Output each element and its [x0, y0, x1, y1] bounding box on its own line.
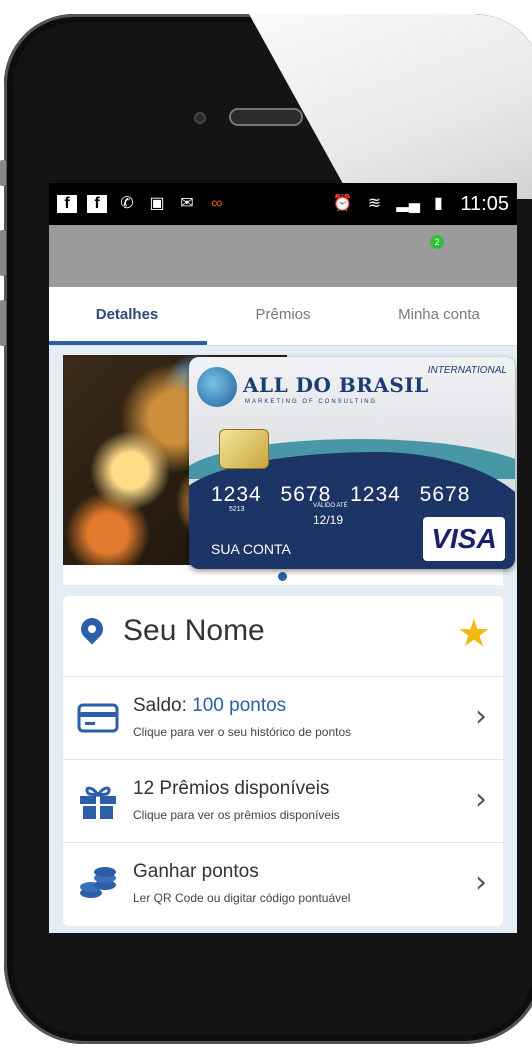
- balance-title: Saldo: 100 pontos: [133, 695, 286, 717]
- tab-premios[interactable]: Prêmios: [205, 287, 361, 345]
- card-tagline: MARKETING OF CONSULTING: [245, 399, 378, 405]
- coins-icon: [80, 867, 116, 898]
- wifi-icon: ≋: [367, 195, 382, 212]
- loyalty-card[interactable]: ALL DO BRASIL MARKETING OF CONSULTING IN…: [189, 357, 515, 569]
- tab-detalhes[interactable]: Detalhes: [49, 287, 205, 345]
- card-number-small: 5213: [229, 506, 245, 513]
- volume-up-button: [0, 230, 6, 276]
- notification-badge[interactable]: 2: [430, 235, 444, 249]
- balance-value: 100 pontos: [192, 695, 287, 716]
- card-brand: ALL DO BRASIL: [243, 373, 429, 397]
- star-icon[interactable]: ★: [457, 614, 491, 654]
- earpiece-speaker: [229, 108, 303, 126]
- status-time: 11:05: [460, 192, 509, 215]
- mail-icon: ✉: [180, 195, 194, 212]
- alarm-icon: ⏰: [332, 195, 353, 212]
- card-chip-icon: [219, 429, 269, 469]
- front-camera: [194, 112, 206, 124]
- rewards-row[interactable]: 12 Prêmios disponíveis Clique para ver o…: [63, 760, 503, 843]
- rewards-subtitle: Clique para ver os prêmios disponíveis: [133, 808, 340, 822]
- app-bar: 2: [49, 225, 517, 287]
- earn-points-title: Ganhar pontos: [133, 861, 259, 882]
- glasses-icon: ∞: [211, 195, 223, 212]
- mute-switch: [0, 160, 6, 186]
- whatsapp-icon: ✆: [120, 195, 134, 212]
- active-tab-indicator: [49, 341, 207, 345]
- phone-glare: [249, 14, 532, 199]
- profile-row: Seu Nome ★: [63, 596, 503, 677]
- facebook-icon: f: [87, 195, 107, 213]
- image-icon: ▣: [149, 195, 165, 212]
- phone-screen: f f ✆ ▣ ✉ ∞ ⏰ ≋ ▂▄ ▮ 11:05 2 Detalhes Pr…: [49, 183, 517, 933]
- profile-name: Seu Nome: [123, 614, 265, 647]
- balance-subtitle: Clique para ver o seu histórico de ponto…: [133, 725, 352, 739]
- tab-minha-conta[interactable]: Minha conta: [361, 287, 517, 345]
- card-valid-label: VÁLIDO ATÉ: [313, 503, 348, 509]
- card-type: INTERNATIONAL: [427, 365, 507, 376]
- location-pin-icon: [76, 613, 108, 645]
- signal-icon: ▂▄: [396, 195, 421, 212]
- status-bar: f f ✆ ▣ ✉ ∞ ⏰ ≋ ▂▄ ▮ 11:05: [49, 183, 517, 225]
- earn-points-row[interactable]: Ganhar pontos Ler QR Code ou digitar cód…: [63, 843, 503, 925]
- balance-label: Saldo:: [133, 695, 193, 716]
- account-panel: Seu Nome ★ Saldo: 100 pontos Clique para…: [63, 596, 503, 926]
- chevron-right-icon: ›: [475, 865, 487, 900]
- visa-logo: VISA: [423, 517, 505, 561]
- balance-row[interactable]: Saldo: 100 pontos Clique para ver o seu …: [63, 677, 503, 760]
- rewards-title: 12 Prêmios disponíveis: [133, 778, 330, 799]
- chevron-right-icon: ›: [475, 699, 487, 734]
- chevron-right-icon: ›: [475, 782, 487, 817]
- earn-points-subtitle: Ler QR Code ou digitar código pontuável: [133, 891, 351, 905]
- card-expiry: 12/19: [313, 513, 344, 527]
- volume-down-button: [0, 300, 6, 346]
- credit-card-icon: [77, 703, 119, 733]
- facebook-icon: f: [57, 195, 77, 213]
- card-holder: SUA CONTA: [211, 541, 291, 557]
- pager-dot-active[interactable]: [278, 572, 287, 581]
- battery-icon: ▮: [434, 195, 443, 212]
- globe-logo-icon: [197, 367, 237, 407]
- tab-bar: Detalhes Prêmios Minha conta: [49, 287, 517, 346]
- gift-icon: [80, 786, 116, 819]
